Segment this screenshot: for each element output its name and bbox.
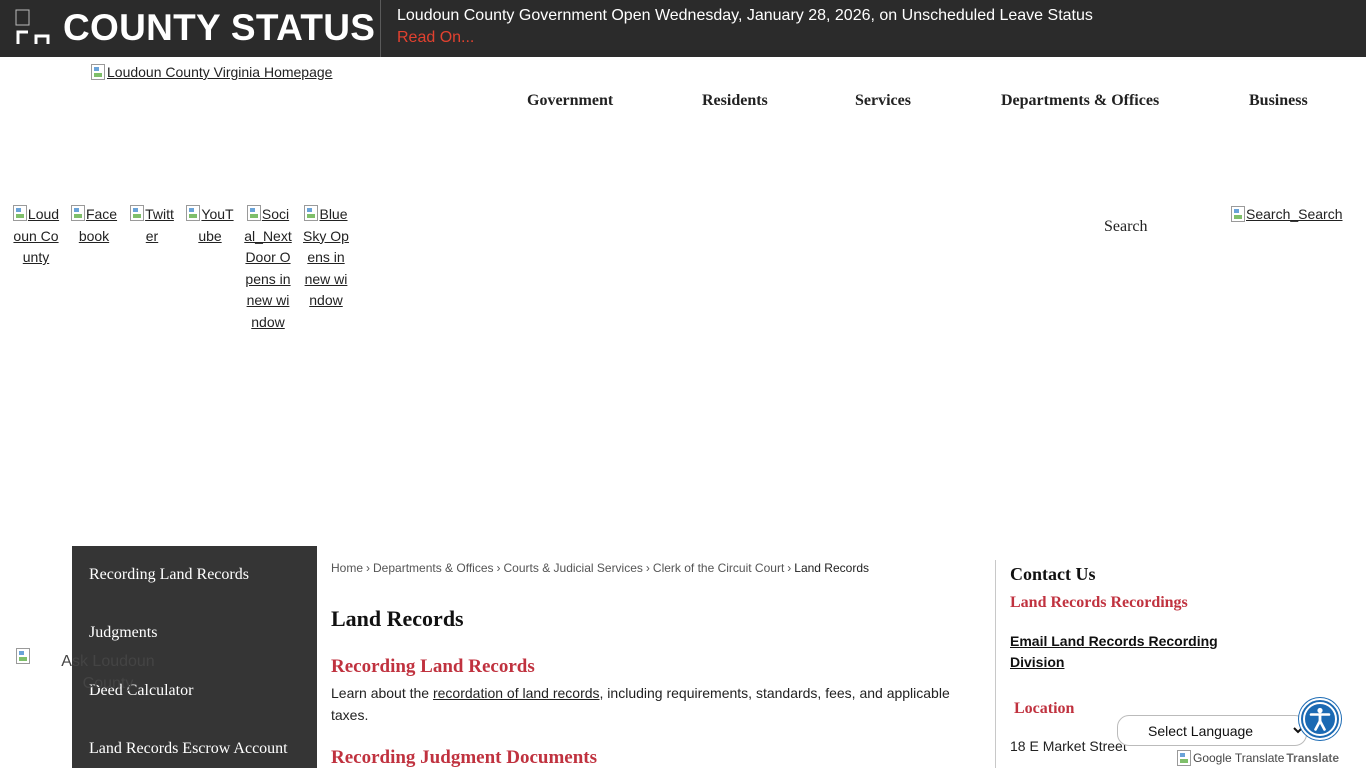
search-icon [1231,206,1245,222]
section-description: Learn about the recordation of land reco… [331,682,981,726]
sidebar-item-escrow-account[interactable]: Land Records Escrow Account [89,740,288,758]
breadcrumb-home[interactable]: Home [331,561,363,575]
facebook-link[interactable]: Facebook [70,205,117,244]
language-select[interactable]: Select Language [1117,715,1307,746]
social-twitter: Twitter [128,204,176,247]
description-text-start: Learn about the [331,685,433,701]
breadcrumb-separator: › [366,561,371,575]
section-title-recording-land-records: Recording Land Records [331,656,535,677]
social-youtube: YouTube [186,204,234,247]
contact-subheading: Land Records Recordings [1010,594,1188,611]
alert-message: Loudoun County Government Open Wednesday… [397,7,1093,24]
search-button-alt: Search_Search [1246,206,1343,222]
address-line: 18 E Market Street [1010,738,1127,754]
breadcrumb: Home › Departments & Offices › Courts & Judi… [331,561,869,575]
nav-government[interactable]: Government [527,92,613,110]
ask-loudoun-county-widget[interactable]: Ask Loudoun County [16,648,166,698]
breadcrumb-clerk[interactable]: Clerk of the Circuit Court [653,561,784,575]
sidebar-item-judgments[interactable]: Judgments [89,624,157,642]
twitter-label: Twitter [145,206,174,244]
twitter-icon [130,205,145,221]
contact-us-heading: Contact Us [1010,564,1096,584]
nav-departments-offices[interactable]: Departments & Offices [1001,92,1159,110]
column-divider [995,560,996,768]
search-button[interactable]: Search_Search [1231,206,1343,222]
county-status-bar: COUNTY STATUS Loudoun County Government … [0,0,1366,57]
email-land-records-link[interactable]: Email Land Records Recording Division [1010,631,1240,673]
breadcrumb-courts[interactable]: Courts & Judicial Services [504,561,643,575]
alert-divider [380,0,381,57]
logo-image-icon [91,64,105,80]
loudoun-county-link[interactable]: Loudoun County [12,205,59,265]
main-navigation: Government Residents Services Department… [480,92,1366,112]
alert-icon [14,8,58,48]
bluesky-label: BlueSky Opens in new window [303,206,349,308]
youtube-link[interactable]: YouTube [186,205,234,244]
sidebar-item-recording-land-records[interactable]: Recording Land Records [89,566,249,584]
nav-services[interactable]: Services [855,92,911,110]
facebook-icon [70,205,85,221]
bluesky-icon [304,205,319,221]
translate-label: Translate [1286,751,1340,765]
ask-loudoun-county-label: Ask Loudoun County [61,653,155,692]
social-bluesky: BlueSky Opens in new window [302,204,350,312]
nextdoor-link[interactable]: Social_NextDoor Opens in new window [244,205,292,330]
homepage-logo-link[interactable]: Loudoun County Virginia Homepage [91,64,332,80]
nextdoor-icon [246,205,261,221]
breadcrumb-current: Land Records [794,561,869,575]
google-translate-badge: Google Translate Translate [1177,750,1339,766]
social-facebook: Facebook [70,204,118,247]
county-status-title: COUNTY STATUS [63,7,376,48]
section-title-recording-judgment-documents: Recording Judgment Documents [331,747,597,768]
youtube-label: YouTube [198,206,234,244]
homepage-logo-alt: Loudoun County Virginia Homepage [107,64,333,80]
google-translate-alt: Google Translate [1193,751,1285,765]
accessibility-button[interactable] [1299,698,1341,740]
search-field[interactable]: Search [1104,218,1148,236]
nextdoor-label: Social_NextDoor Opens in new window [244,206,292,330]
breadcrumb-separator: › [496,561,501,575]
nav-business[interactable]: Business [1249,92,1308,110]
youtube-icon [186,205,201,221]
breadcrumb-separator: › [645,561,650,575]
breadcrumb-departments[interactable]: Departments & Offices [373,561,494,575]
recordation-link[interactable]: recordation of land records [433,685,600,701]
nav-residents[interactable]: Residents [702,92,768,110]
accessibility-icon [1303,702,1337,736]
bluesky-link[interactable]: BlueSky Opens in new window [303,205,349,308]
google-translate-icon [1177,750,1191,766]
page-title: Land Records [331,606,464,631]
location-heading: Location [1014,700,1075,717]
twitter-link[interactable]: Twitter [130,205,174,244]
social-loudoun-county: Loudoun County [12,204,60,269]
read-on-link[interactable]: Read On... [397,28,474,48]
chat-icon [16,648,30,664]
breadcrumb-separator: › [787,561,792,575]
loudoun-county-icon [12,205,27,221]
social-nextdoor: Social_NextDoor Opens in new window [244,204,292,333]
